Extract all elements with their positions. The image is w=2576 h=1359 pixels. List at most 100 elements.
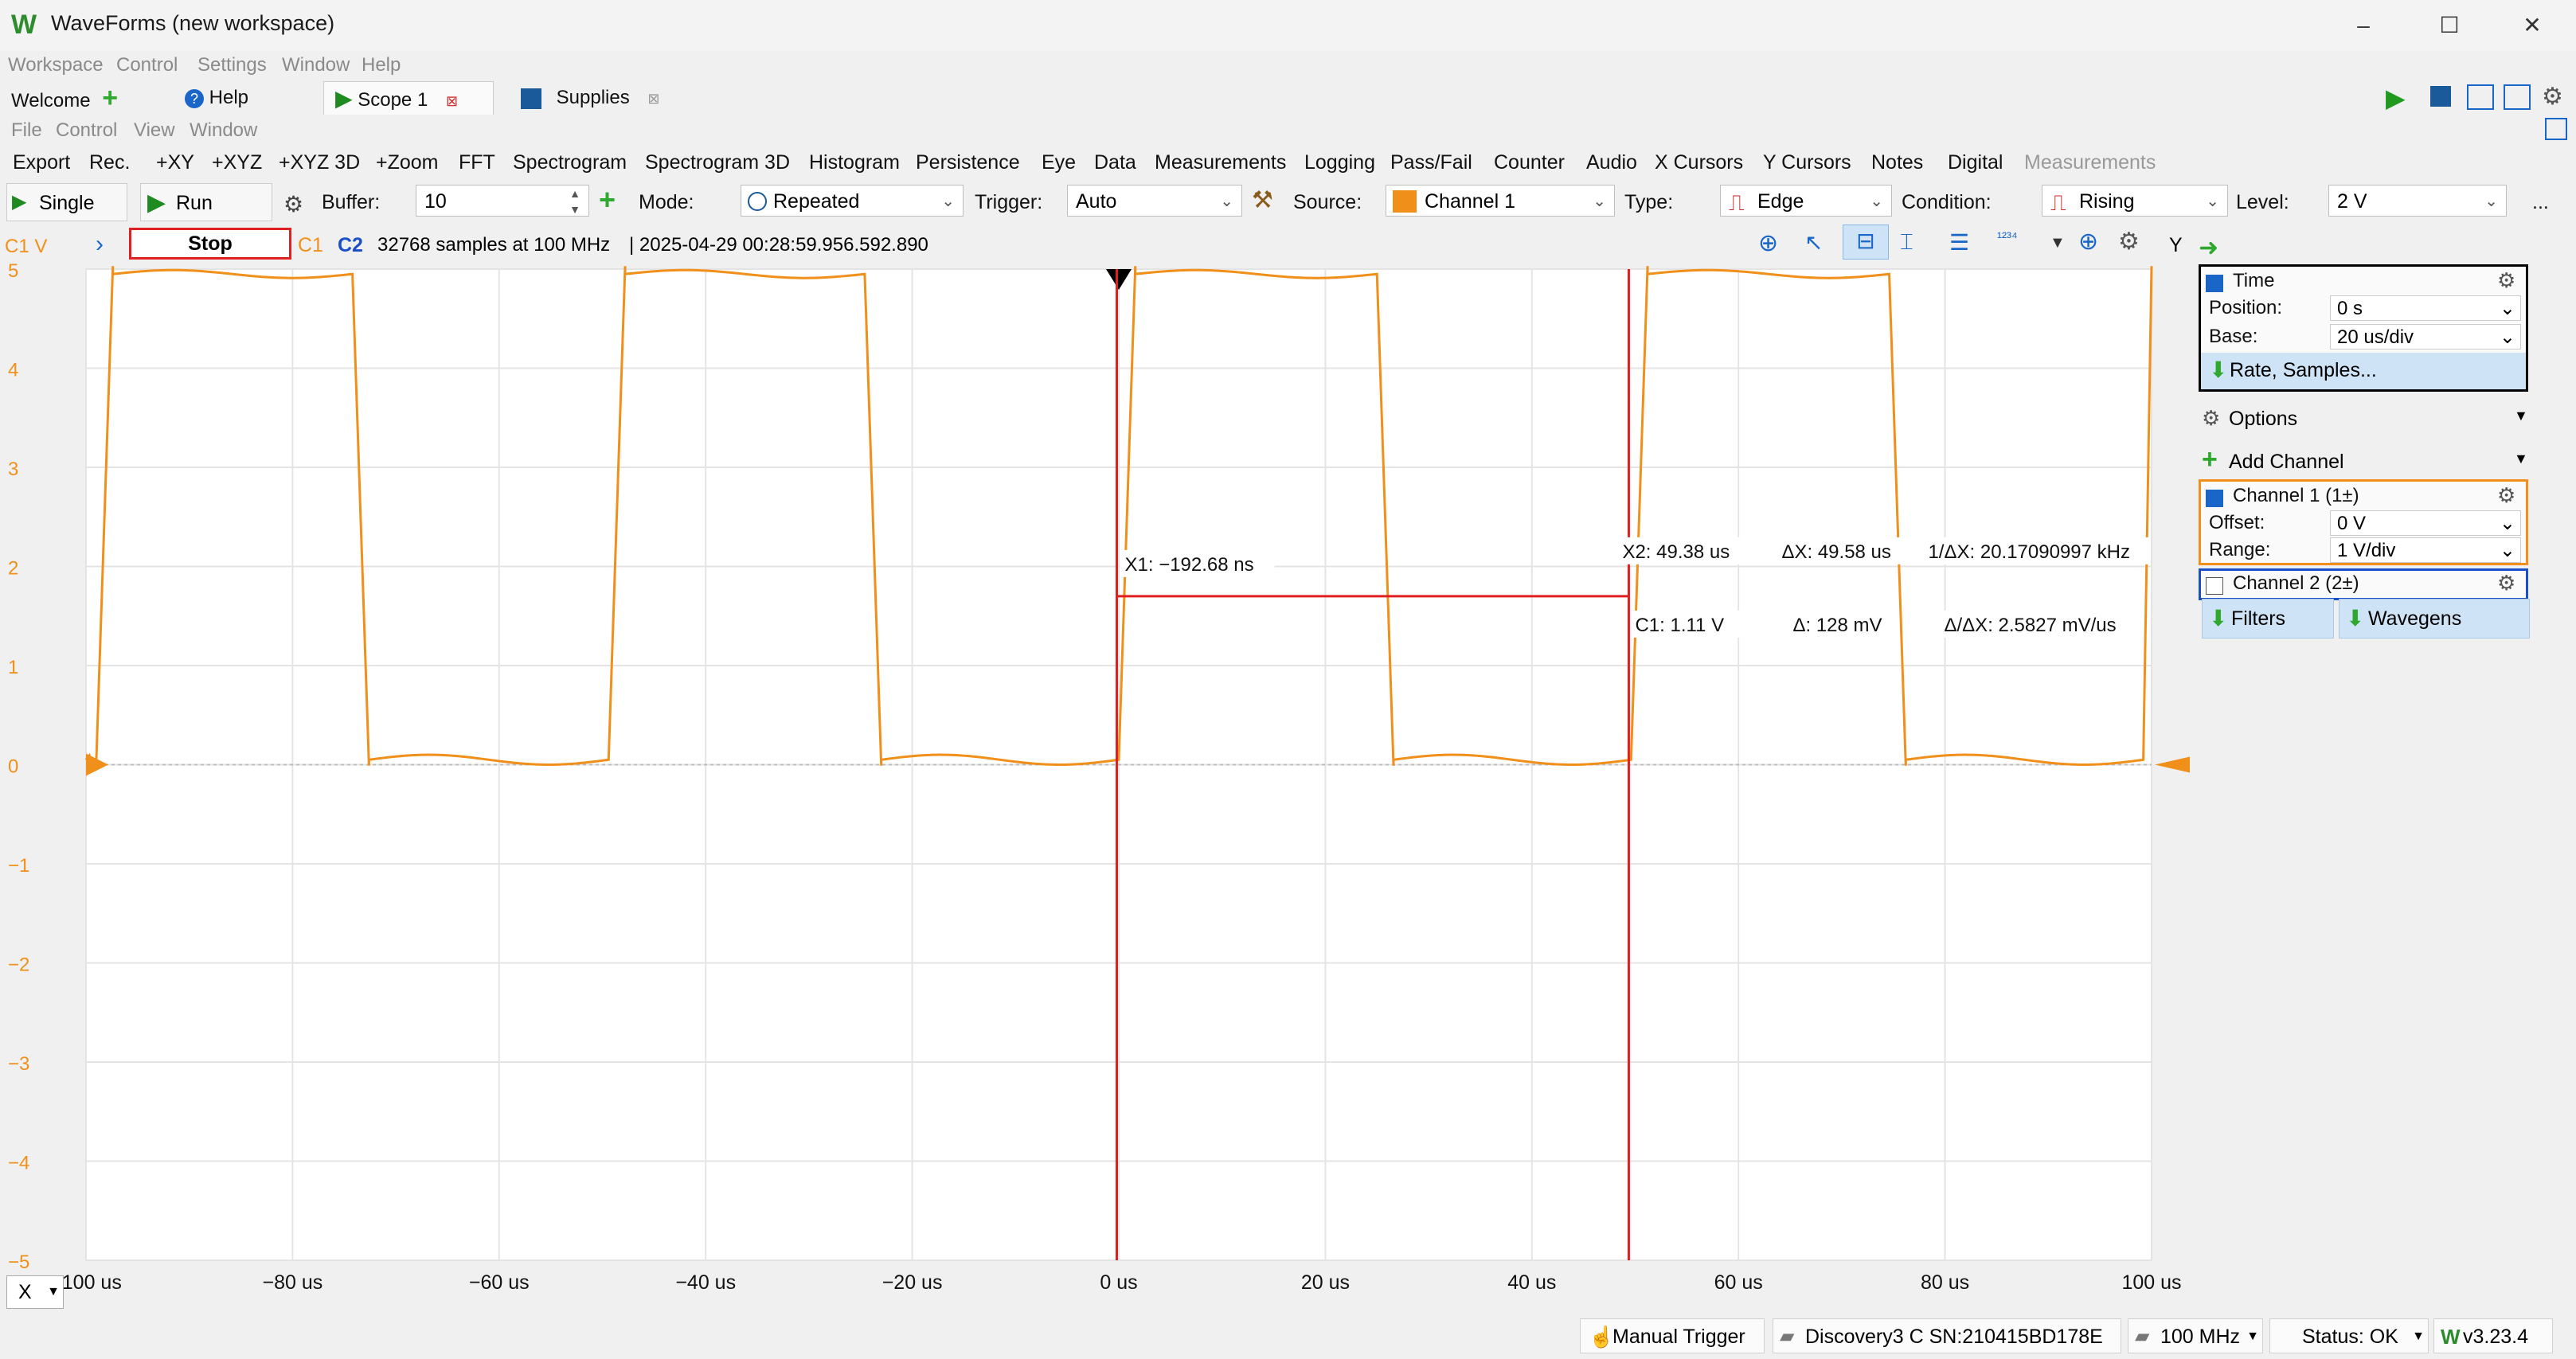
base-select[interactable]: 20 us/div ⌄ <box>2330 324 2521 350</box>
scope-menu-file[interactable]: File <box>11 119 42 142</box>
eye-button[interactable]: Eye <box>1042 151 1076 174</box>
menu-settings[interactable]: Settings <box>197 54 267 76</box>
run-button[interactable]: ▶ Run <box>140 183 272 221</box>
acquisition-settings-icon[interactable]: ⚙ <box>283 191 303 217</box>
scope-plot[interactable]: 543210−1−2−3−4−5−100 us −80 us −60 us −40 u… <box>0 261 2198 1312</box>
clock-selector[interactable]: ▰ 100 MHz ▼ <box>2128 1318 2263 1353</box>
time-checkbox[interactable] <box>2206 271 2231 294</box>
run-all-icon[interactable]: ▶ <box>2386 83 2406 113</box>
mode-select[interactable]: Repeated ⌄ <box>741 185 964 217</box>
menu-workspace[interactable]: Workspace <box>8 54 104 76</box>
rate-samples-button[interactable]: ⬇ Rate, Samples... <box>2201 353 2526 389</box>
condition-select[interactable]: ⎍ Rising ⌄ <box>2042 185 2228 217</box>
audio-button[interactable]: Audio <box>1586 151 1637 174</box>
tile-icon[interactable] <box>2504 84 2531 110</box>
hammer-icon[interactable]: ⚒ <box>1252 186 1273 214</box>
xyz-button[interactable]: +XYZ <box>212 151 262 174</box>
spin-icon[interactable]: ▲ ▼ <box>569 185 580 217</box>
counter-button[interactable]: Counter <box>1494 151 1565 174</box>
digital-button[interactable]: Digital <box>1948 151 2003 174</box>
detach-icon[interactable] <box>2545 118 2567 140</box>
c2-toggle[interactable]: C2 <box>338 234 363 257</box>
stop-button[interactable]: Stop <box>129 228 291 260</box>
channel1-settings-icon[interactable]: ⚙ <box>2497 483 2515 508</box>
menu-help[interactable]: Help <box>362 54 401 76</box>
zoom-view-button[interactable]: +Zoom <box>376 151 439 174</box>
wavegens-button[interactable]: ⬇ Wavegens <box>2339 599 2530 638</box>
numeric-icon[interactable]: ¹²³⁴ <box>1997 229 2018 246</box>
vertical-cursor-icon[interactable]: ⌶ <box>1900 229 1913 256</box>
offset-input[interactable]: 0 V ⌄ <box>2330 510 2521 536</box>
range-select[interactable]: 1 V/div ⌄ <box>2330 537 2521 563</box>
source-select[interactable]: Channel 1 ⌄ <box>1386 185 1615 217</box>
channel1-checkbox[interactable] <box>2206 486 2231 509</box>
histogram-button[interactable]: Histogram <box>809 151 900 174</box>
notes-button[interactable]: Notes <box>1871 151 1923 174</box>
tab-label: Help <box>209 87 249 108</box>
minimize-button[interactable]: – <box>2340 6 2387 45</box>
menu-control[interactable]: Control <box>116 54 178 76</box>
add-icon[interactable]: + <box>599 183 616 217</box>
zoom-icon[interactable]: ⊕ <box>2078 228 2098 256</box>
menu-window[interactable]: Window <box>282 54 350 76</box>
plot-settings-icon[interactable]: ⚙ <box>2118 228 2140 256</box>
stop-all-icon[interactable] <box>2430 86 2451 107</box>
xy-button[interactable]: +XY <box>156 151 194 174</box>
persistence-button[interactable]: Persistence <box>916 151 1020 174</box>
status-indicator[interactable]: Status: OK ▼ <box>2269 1318 2429 1353</box>
rec-button[interactable]: Rec. <box>89 151 130 174</box>
export-button[interactable]: Export <box>13 151 70 174</box>
x-cursors-button[interactable]: X Cursors <box>1655 151 1743 174</box>
single-button[interactable]: ▶ Single <box>6 183 127 221</box>
spectrogram-button[interactable]: Spectrogram <box>513 151 627 174</box>
tab-help[interactable]: ? Help <box>185 81 280 115</box>
position-input[interactable]: 0 s ⌄ <box>2330 295 2521 321</box>
device-selector[interactable]: ▰ Discovery3 C SN:210415BD178E <box>1773 1318 2121 1353</box>
scale-icon[interactable]: ☰ <box>1949 229 1969 256</box>
options-row[interactable]: ⚙ Options ▼ <box>2199 396 2528 436</box>
pass-fail-button[interactable]: Pass/Fail <box>1390 151 1472 174</box>
maximize-button[interactable]: ☐ <box>2426 6 2473 45</box>
tab-close-icon[interactable]: ⊠ <box>647 91 659 107</box>
tab-welcome[interactable]: Welcome + <box>11 81 139 115</box>
fft-button[interactable]: FFT <box>459 151 495 174</box>
zoom-fit-icon[interactable]: ⊕ <box>1758 229 1778 257</box>
tab-scope-1[interactable]: ▶ Scope 1 ⊠ <box>323 81 494 115</box>
spectrogram3d-button[interactable]: Spectrogram 3D <box>645 151 790 174</box>
more-options-button[interactable]: ... <box>2532 191 2549 214</box>
xyz3d-button[interactable]: +XYZ 3D <box>279 151 360 174</box>
scope-menu-window[interactable]: Window <box>190 119 257 142</box>
tab-close-icon[interactable]: ⊠ <box>446 93 458 109</box>
filters-button[interactable]: ⬇ Filters <box>2202 599 2334 638</box>
data-button[interactable]: Data <box>1094 151 1136 174</box>
version-indicator[interactable]: W v3.23.4 <box>2433 1318 2553 1353</box>
time-settings-icon[interactable]: ⚙ <box>2497 268 2515 293</box>
add-channel-row[interactable]: + Add Channel ▼ <box>2199 439 2528 479</box>
buffer-input[interactable]: 10 ▲ ▼ <box>416 185 589 217</box>
tab-supplies[interactable]: Supplies ⊠ <box>521 81 680 115</box>
close-button[interactable]: ✕ <box>2508 6 2556 45</box>
y-axis-selector[interactable]: Y <box>2169 234 2183 257</box>
measurements-button[interactable]: Measurements <box>1155 151 1286 174</box>
level-select[interactable]: 2 V ⌄ <box>2328 185 2507 217</box>
scope-menu-control[interactable]: Control <box>56 119 117 142</box>
channel2-checkbox[interactable] <box>2206 574 2231 596</box>
cascade-icon[interactable] <box>2467 84 2494 110</box>
dropdown-arrow-icon[interactable]: ▼ <box>2050 234 2066 252</box>
x-axis-selector[interactable]: X ▼ <box>6 1275 64 1309</box>
type-value: Edge <box>1757 190 1804 213</box>
trigger-select[interactable]: Auto ⌄ <box>1067 185 1242 217</box>
y-cursors-button[interactable]: Y Cursors <box>1763 151 1851 174</box>
manual-trigger-button[interactable]: ☝ Manual Trigger <box>1580 1318 1765 1353</box>
settings-gear-icon[interactable]: ⚙ <box>2542 83 2563 111</box>
arrow-right-icon[interactable]: ➜ <box>2199 234 2218 262</box>
pointer-icon[interactable]: ↖ <box>1804 229 1823 256</box>
logging-button[interactable]: Logging <box>1304 151 1375 174</box>
c1-toggle[interactable]: C1 <box>298 234 323 257</box>
expand-chevron-icon[interactable]: › <box>96 231 104 258</box>
scope-menu-view[interactable]: View <box>134 119 175 142</box>
type-select[interactable]: ⎍ Edge ⌄ <box>1720 185 1892 217</box>
horizontal-cursor-icon[interactable]: ⊟ <box>1843 225 1889 260</box>
measurements-panel-button[interactable]: Measurements <box>2024 151 2156 174</box>
channel2-settings-icon[interactable]: ⚙ <box>2497 571 2515 596</box>
